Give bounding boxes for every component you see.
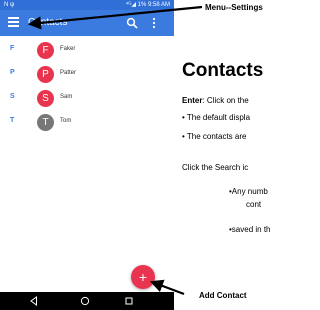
avatar: P	[37, 66, 54, 83]
contact-name: Patter	[60, 70, 77, 76]
search-icon[interactable]	[126, 17, 138, 29]
navigation-bar	[0, 292, 174, 310]
status-notification-icons: N ψ	[4, 2, 15, 8]
sub-bullet-saved: •saved in th	[229, 225, 271, 234]
contact-row-sam[interactable]: S S Sam	[0, 88, 174, 110]
section-letter: T	[10, 117, 15, 124]
status-battery-time: ⁴ᴳ◢ 1% 9:58 AM	[125, 2, 170, 8]
sub-bullet-any-number: •Any numb	[229, 187, 268, 196]
status-bar: N ψ ⁴ᴳ◢ 1% 9:58 AM	[0, 0, 174, 10]
search-paragraph: Click the Search ic	[182, 163, 249, 172]
add-contact-button[interactable]: +	[131, 265, 155, 289]
avatar: S	[37, 90, 54, 107]
recent-apps-icon[interactable]	[125, 297, 133, 305]
bullet-contacts: • The contacts are	[182, 132, 247, 141]
back-icon[interactable]	[29, 296, 39, 306]
section-letter: F	[10, 45, 15, 52]
bullet-default-display: • The default displa	[182, 113, 251, 122]
more-vert-icon[interactable]	[150, 17, 158, 29]
contact-row-patter[interactable]: P P Patter	[0, 64, 174, 86]
enter-label: Enter	[182, 96, 203, 105]
hamburger-menu-icon[interactable]	[8, 17, 19, 28]
contact-name: Tom	[60, 118, 72, 124]
phone-screenshot: N ψ ⁴ᴳ◢ 1% 9:58 AM Contacts F F Faker P …	[0, 0, 174, 310]
contact-name: Sam	[60, 94, 73, 100]
app-bar: Contacts	[0, 10, 174, 36]
page-heading: Contacts	[182, 60, 264, 81]
home-icon[interactable]	[80, 296, 90, 306]
menu-settings-callout: Menu--Settings	[205, 3, 263, 12]
sub-bullet-any-number-cont: cont	[246, 200, 262, 209]
enter-text: : Click on the	[202, 96, 249, 105]
contact-name: Faker	[60, 46, 76, 52]
enter-paragraph: Enter: Click on the	[182, 96, 249, 105]
app-title: Contacts	[28, 17, 68, 28]
section-letter: P	[10, 69, 15, 76]
add-contact-callout: Add Contact	[199, 291, 247, 300]
contact-row-faker[interactable]: F F Faker	[0, 40, 174, 62]
contact-row-tom[interactable]: T T Tom	[0, 112, 174, 134]
avatar: T	[37, 114, 54, 131]
avatar: F	[37, 42, 54, 59]
section-letter: S	[10, 93, 15, 100]
